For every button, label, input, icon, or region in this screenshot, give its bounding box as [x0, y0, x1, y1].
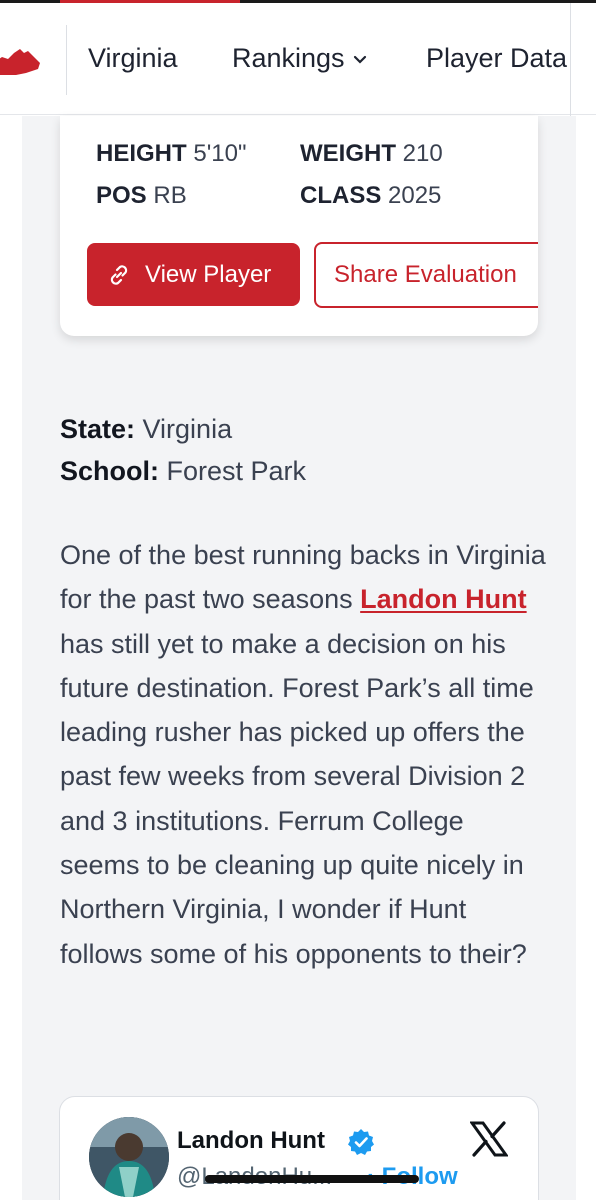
share-evaluation-button[interactable]: Share Evaluation — [314, 242, 538, 308]
avatar[interactable] — [89, 1117, 169, 1197]
meta-state: State: Virginia — [60, 414, 232, 445]
share-evaluation-label: Share Evaluation — [334, 261, 517, 288]
tweet-author-name[interactable]: Landon Hunt — [177, 1127, 325, 1155]
height-value: 5'10" — [193, 140, 247, 167]
nav-item-virginia[interactable]: Virginia — [88, 43, 178, 74]
view-player-label: View Player — [145, 260, 272, 288]
pos-value: RB — [153, 182, 187, 209]
x-logo-icon[interactable] — [470, 1121, 508, 1157]
pos-label: POS — [96, 182, 147, 209]
virginia-state-icon[interactable] — [0, 47, 40, 77]
link-icon — [110, 264, 128, 285]
verified-badge-icon — [348, 1129, 374, 1155]
class-label: CLASS — [300, 182, 382, 209]
site-navbar: Virginia Rankings Player Data — [0, 3, 596, 118]
state-value: Virginia — [142, 414, 233, 444]
player-card: HEIGHT 5'10" WEIGHT 210 POS RB CLASS 202… — [60, 116, 538, 336]
stat-height: HEIGHT 5'10" — [96, 140, 247, 168]
view-player-button[interactable]: View Player — [87, 243, 300, 306]
nav-item-rankings[interactable]: Rankings — [232, 43, 367, 74]
chevron-down-icon — [353, 55, 366, 64]
height-label: HEIGHT — [96, 140, 187, 167]
weight-label: WEIGHT — [300, 140, 396, 167]
stat-weight: WEIGHT 210 — [300, 140, 443, 168]
weight-value: 210 — [402, 140, 443, 167]
avatar-photo-icon — [89, 1117, 169, 1197]
school-value: Forest Park — [166, 456, 307, 486]
school-label: School: — [60, 456, 159, 486]
nav-right-divider — [570, 3, 571, 118]
stat-class: CLASS 2025 — [300, 182, 441, 210]
player-name-link[interactable]: Landon Hunt — [360, 584, 526, 614]
article-body: One of the best running backs in Virgini… — [60, 533, 550, 976]
nav-divider — [66, 25, 67, 95]
state-label: State: — [60, 414, 136, 444]
nav-rankings-label: Rankings — [232, 43, 345, 73]
meta-school: School: Forest Park — [60, 456, 306, 487]
stat-position: POS RB — [96, 182, 187, 210]
home-indicator[interactable] — [205, 1175, 419, 1183]
embedded-tweet[interactable]: Landon Hunt @LandonHu... · Follow — [59, 1096, 539, 1200]
article-text-rest: has still yet to make a decision on his … — [60, 628, 534, 969]
class-value: 2025 — [388, 182, 442, 209]
nav-item-player-data[interactable]: Player Data — [426, 43, 567, 74]
